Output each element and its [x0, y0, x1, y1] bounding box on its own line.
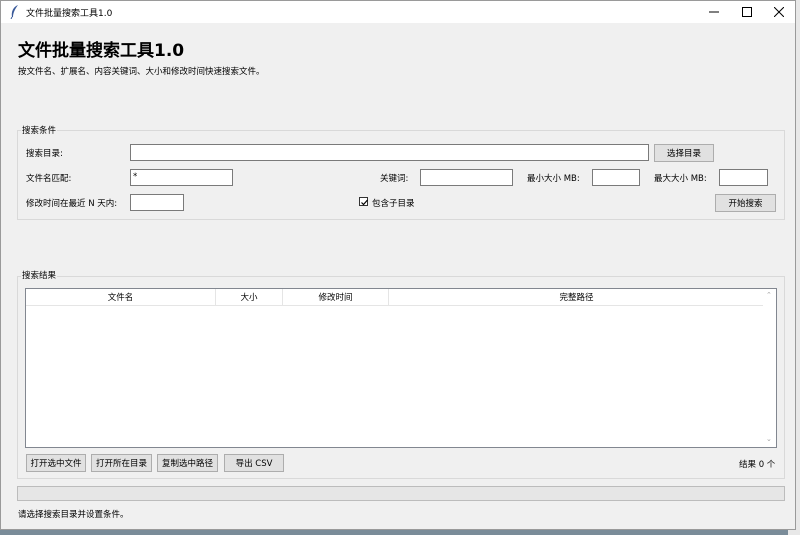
results-scrollbar[interactable]: ⌃ ⌄ — [763, 289, 776, 447]
search-dir-label: 搜索目录: — [26, 149, 63, 159]
min-size-label: 最小大小 MB: — [527, 174, 580, 184]
close-icon — [774, 7, 784, 17]
export-csv-button[interactable]: 导出 CSV — [224, 454, 284, 472]
column-full-path[interactable]: 完整路径 — [389, 289, 764, 305]
search-results-label: 搜索结果 — [21, 269, 58, 281]
close-button[interactable] — [763, 1, 795, 23]
search-dir-input[interactable] — [130, 144, 649, 161]
include-subdirs-label: 包含子目录 — [372, 199, 415, 209]
results-table-header: 文件名 大小 修改时间 完整路径 — [26, 289, 764, 306]
result-count: 结果 0 个 — [739, 460, 776, 470]
page-title: 文件批量搜索工具1.0 — [18, 41, 185, 61]
include-subdirs-checkbox[interactable] — [359, 197, 368, 206]
min-size-input[interactable] — [592, 169, 640, 186]
maximize-button[interactable] — [731, 1, 763, 23]
open-file-button[interactable]: 打开选中文件 — [26, 454, 86, 472]
column-modified[interactable]: 修改时间 — [283, 289, 389, 305]
column-filename[interactable]: 文件名 — [26, 289, 216, 305]
choose-dir-button[interactable]: 选择目录 — [654, 144, 714, 162]
progress-bar — [17, 486, 785, 501]
days-label: 修改时间在最近 N 天内: — [26, 199, 118, 209]
main-window: 文件批量搜索工具1.0 文件批量搜索工具1.0 按文件名、扩展名、内容关键词、大… — [0, 0, 796, 530]
maximize-icon — [742, 7, 752, 17]
checkmark-icon — [361, 199, 368, 206]
keyword-label: 关键词: — [380, 174, 409, 184]
copy-path-button[interactable]: 复制选中路径 — [157, 454, 218, 472]
results-table[interactable]: 文件名 大小 修改时间 完整路径 ⌃ ⌄ — [25, 288, 777, 448]
days-input[interactable] — [130, 194, 184, 211]
column-size[interactable]: 大小 — [216, 289, 283, 305]
title-bar[interactable]: 文件批量搜索工具1.0 — [1, 1, 795, 23]
minimize-icon — [709, 11, 719, 13]
feather-icon — [10, 5, 18, 19]
search-conditions-label: 搜索条件 — [21, 124, 58, 136]
name-match-input[interactable]: * — [130, 169, 233, 186]
scroll-up-icon[interactable]: ⌃ — [766, 291, 772, 299]
name-match-label: 文件名匹配: — [26, 174, 72, 184]
status-text: 请选择搜索目录并设置条件。 — [18, 510, 129, 520]
max-size-label: 最大大小 MB: — [654, 174, 707, 184]
window-title: 文件批量搜索工具1.0 — [26, 9, 113, 19]
max-size-input[interactable] — [719, 169, 768, 186]
scroll-down-icon[interactable]: ⌄ — [766, 435, 772, 443]
start-search-button[interactable]: 开始搜索 — [715, 194, 776, 212]
open-dir-button[interactable]: 打开所在目录 — [91, 454, 152, 472]
keyword-input[interactable] — [420, 169, 513, 186]
page-subtitle: 按文件名、扩展名、内容关键词、大小和修改时间快速搜索文件。 — [18, 67, 265, 77]
minimize-button[interactable] — [698, 1, 730, 23]
